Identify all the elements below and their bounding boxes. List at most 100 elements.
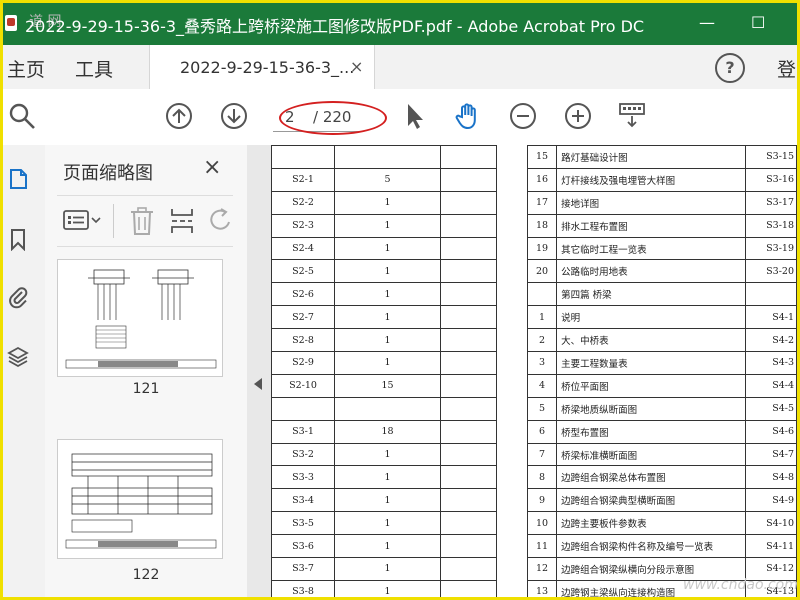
maximize-button[interactable]: ☐ xyxy=(751,13,765,32)
help-icon[interactable]: ? xyxy=(715,53,745,83)
table-row: 19 其它临时工程一览表 S3-19 xyxy=(526,236,797,261)
login-button[interactable]: 登 xyxy=(777,55,796,82)
search-icon[interactable] xyxy=(7,101,37,131)
table-cell-code: S3-5 xyxy=(271,511,335,536)
document-tab-label: 2022-9-29-15-36-3_... xyxy=(180,58,355,77)
table-row: S2-5 1 xyxy=(271,259,497,284)
table-cell-code: S4-5 xyxy=(745,396,797,421)
table-cell-code: S3-19 xyxy=(745,236,797,261)
table-cell-count: 1 xyxy=(334,213,441,238)
table-row: S2-3 1 xyxy=(271,213,497,238)
table-cell-extra xyxy=(440,465,497,490)
table-cell-count: 1 xyxy=(334,557,441,581)
collapse-panel-icon[interactable] xyxy=(253,377,263,391)
table-cell-code: S3-3 xyxy=(271,465,335,490)
thumbnail-label-121: 121 xyxy=(132,381,160,397)
page-thumbnail-121[interactable] xyxy=(57,259,223,377)
drawing-list-right: 15 路灯基础设计图 S3-15 16 灯杆接线及强电埋管大样图 S3-16 17 接地详图 S… xyxy=(526,145,797,597)
previous-page-icon[interactable] xyxy=(164,101,194,131)
table-cell-code: S4-6 xyxy=(745,419,797,444)
select-pointer-icon[interactable] xyxy=(399,101,429,131)
drawing-list-left: S2-1 5 S2-2 1 S2-3 1 S2-4 1 S2-5 1 S2-6 1 S2-7 1 S2-8 1… xyxy=(271,145,497,597)
table-cell-name: 桥位平面图 xyxy=(556,373,747,398)
table-cell-no: 10 xyxy=(526,511,558,536)
table-row: S2-1 5 xyxy=(271,167,497,192)
table-row: 10 边跨主要板件参数表 S4-10 xyxy=(526,511,797,536)
tab-bar: 主页 工具 2022-9-29-15-36-3_... × ? 登 xyxy=(3,45,797,90)
attachment-icon[interactable] xyxy=(7,285,29,309)
document-view[interactable]: S2-1 5 S2-2 1 S2-3 1 S2-4 1 S2-5 1 S2-6 1 S2-7 1 S2-8 1… xyxy=(271,145,797,597)
thumbnails-panel: 页面缩略图 × 121 122 xyxy=(45,145,281,597)
table-cell-count: 1 xyxy=(334,511,441,536)
table-row: 15 路灯基础设计图 S3-15 xyxy=(526,145,797,169)
next-page-icon[interactable] xyxy=(219,101,249,131)
window-title: 2022-9-29-15-36-3_叠秀路上跨桥梁施工图修改版PDF.pdf -… xyxy=(25,17,645,36)
hand-tool-icon[interactable] xyxy=(453,101,483,131)
table-row: 17 接地详图 S3-17 xyxy=(526,190,797,215)
page-thumbnails-icon[interactable] xyxy=(7,167,29,191)
table-cell-count: 1 xyxy=(334,305,441,330)
table-cell-extra xyxy=(440,167,497,192)
panel-collapse-strip[interactable] xyxy=(247,145,271,597)
close-panel-icon[interactable]: × xyxy=(203,155,221,180)
table-row: S2-8 1 xyxy=(271,328,497,353)
table-row: 9 边跨组合钢梁典型横断面图 S4-9 xyxy=(526,488,797,513)
close-tab-icon[interactable]: × xyxy=(350,57,363,76)
table-cell-count: 1 xyxy=(334,465,441,490)
table-cell-code: S3-6 xyxy=(271,534,335,559)
insert-page-icon[interactable] xyxy=(169,206,195,236)
toolbar-divider xyxy=(113,204,114,238)
table-cell-code: S4-11 xyxy=(745,534,797,559)
layers-icon[interactable] xyxy=(7,345,29,369)
table-row: S3-8 1 xyxy=(271,579,497,597)
bookmark-icon[interactable] xyxy=(7,227,29,251)
thumbnail-label-122: 122 xyxy=(132,567,160,583)
zoom-in-icon[interactable] xyxy=(563,101,593,131)
table-row: S2-9 1 xyxy=(271,351,497,375)
table-cell-code: S4-1 xyxy=(745,305,797,330)
table-cell-no: 12 xyxy=(526,557,558,581)
navigation-rail xyxy=(3,145,46,597)
table-cell-code: S3-4 xyxy=(271,488,335,513)
thumbnail-toolbar xyxy=(57,195,233,247)
table-row: 2 大、中桥表 S4-2 xyxy=(526,328,797,353)
table-cell-count: 1 xyxy=(334,282,441,307)
minimize-button[interactable]: — xyxy=(699,13,715,32)
table-row: S3-1 18 xyxy=(271,419,497,444)
table-row: 3 主要工程数量表 S4-3 xyxy=(526,351,797,375)
table-cell-count: 1 xyxy=(334,579,441,597)
table-cell-no: 18 xyxy=(526,213,558,238)
table-row: S3-4 1 xyxy=(271,488,497,513)
options-menu-icon[interactable] xyxy=(63,208,103,234)
table-cell-code: S4-8 xyxy=(745,465,797,490)
table-cell-code: S2-4 xyxy=(271,236,335,261)
delete-icon[interactable] xyxy=(129,206,155,236)
table-row: 1 说明 S4-1 xyxy=(526,305,797,330)
table-cell-code: S3-1 xyxy=(271,419,335,444)
table-cell-code: S3-20 xyxy=(745,259,797,284)
tab-home[interactable]: 主页 xyxy=(7,55,45,82)
page-122-preview xyxy=(59,441,221,557)
tab-document[interactable]: 2022-9-29-15-36-3_... × xyxy=(149,45,375,90)
zoom-out-icon[interactable] xyxy=(508,101,538,131)
table-row: S3-6 1 xyxy=(271,534,497,559)
rotate-icon[interactable] xyxy=(209,206,231,236)
table-cell-code: S3-2 xyxy=(271,442,335,467)
table-cell-code: S4-10 xyxy=(745,511,797,536)
table-cell-extra xyxy=(440,259,497,284)
table-cell-count: 1 xyxy=(334,190,441,215)
table-cell-code: S4-4 xyxy=(745,373,797,398)
page-thumbnail-122[interactable] xyxy=(57,439,223,559)
table-cell-extra xyxy=(440,488,497,513)
table-cell-name: 说明 xyxy=(556,305,747,330)
table-cell-name: 桥梁标准横断面图 xyxy=(556,442,747,467)
tab-tools[interactable]: 工具 xyxy=(75,55,113,82)
table-cell-code: S3-15 xyxy=(745,145,797,169)
table-cell-code: S2-5 xyxy=(271,259,335,284)
table-row: 20 公路临时用地表 S3-20 xyxy=(526,259,797,284)
table-cell-name: 桥梁地质纵断面图 xyxy=(556,396,747,421)
keyboard-icon[interactable] xyxy=(617,101,647,131)
toolbar: 2 / 220 xyxy=(3,89,797,146)
table-cell-extra xyxy=(440,396,497,421)
table-cell-name: 排水工程布置图 xyxy=(556,213,747,238)
